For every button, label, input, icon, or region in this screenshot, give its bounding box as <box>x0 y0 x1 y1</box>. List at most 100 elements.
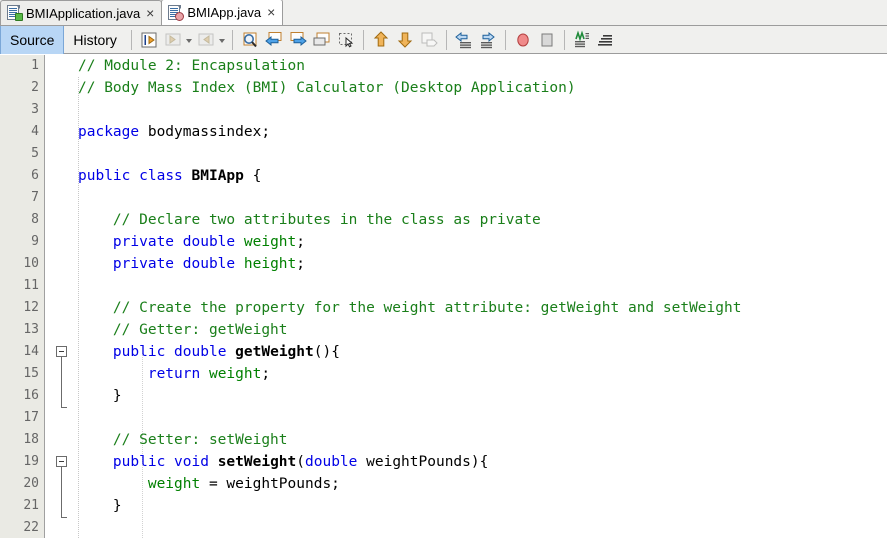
line-number: 9 <box>31 234 39 249</box>
find-next-icon[interactable] <box>287 29 309 51</box>
shift-left-icon[interactable] <box>453 29 475 51</box>
code-line[interactable]: package bodymassindex; <box>78 121 270 143</box>
fold-toggle-icon[interactable] <box>56 456 67 467</box>
code-line[interactable]: // Getter: getWeight <box>78 319 288 341</box>
fold-toggle-icon[interactable] <box>56 346 67 357</box>
code-line[interactable]: // Declare two attributes in the class a… <box>78 209 541 231</box>
code-token: public <box>78 168 131 184</box>
code-token: weight <box>147 476 201 492</box>
inspect-hierarchy-icon[interactable] <box>595 29 617 51</box>
tab-close-icon[interactable]: × <box>144 6 156 21</box>
previous-bookmark-icon[interactable] <box>370 29 392 51</box>
code-token: weight <box>243 234 297 250</box>
tab-bmiapplication-java[interactable]: BMIApplication.java × <box>0 0 163 25</box>
line-number: 4 <box>31 124 39 139</box>
code-line[interactable]: weight = weightPounds; <box>78 473 340 495</box>
code-token: } <box>78 498 122 514</box>
java-file-green-icon <box>7 5 23 21</box>
code-token: ; <box>296 256 306 272</box>
code-line[interactable]: private double height; <box>78 253 305 275</box>
code-token: weightPounds){ <box>357 454 489 470</box>
code-token: // Body Mass Index (BMI) Calculator (Des… <box>78 80 576 96</box>
tab-source[interactable]: Source <box>0 25 65 54</box>
tab-label: BMIApp.java <box>187 5 262 20</box>
toolbar-separator <box>231 29 233 50</box>
code-line[interactable]: // Body Mass Index (BMI) Calculator (Des… <box>78 77 576 99</box>
code-folding-bar[interactable] <box>46 55 78 538</box>
toggle-highlight-icon[interactable] <box>311 29 333 51</box>
code-line[interactable] <box>78 407 87 429</box>
line-number-gutter[interactable]: 1 2 3 4 5 6 7 8 9 10 11 12 13 14 15 16 17 18 19 20 21 22 <box>0 55 45 538</box>
editor-tab-bar: BMIApplication.java × BMIApp.java × <box>0 0 887 26</box>
tab-label: BMIApplication.java <box>26 5 141 21</box>
line-number: 15 <box>23 366 39 381</box>
code-line[interactable] <box>78 99 87 121</box>
shift-right-icon[interactable] <box>477 29 499 51</box>
code-line[interactable]: public class BMIApp { <box>78 165 261 187</box>
code-token: double <box>305 454 358 470</box>
stop-icon[interactable] <box>536 29 558 51</box>
code-token: } <box>78 388 122 404</box>
toggle-bookmark-icon[interactable] <box>418 29 440 51</box>
code-token: public <box>112 344 166 360</box>
code-line[interactable]: public void setWeight(double weightPound… <box>78 451 488 473</box>
code-token: class <box>139 168 183 184</box>
code-token: double <box>182 256 236 272</box>
fold-range-line <box>61 467 62 517</box>
code-line[interactable] <box>78 517 87 538</box>
code-line[interactable]: // Module 2: Encapsulation <box>78 55 305 77</box>
code-token: // Getter: getWeight <box>78 322 288 338</box>
toggle-rectangular-selection-icon[interactable] <box>335 29 357 51</box>
code-line[interactable]: // Create the property for the weight at… <box>78 297 742 319</box>
line-number: 22 <box>23 520 39 535</box>
code-line[interactable]: return weight; <box>78 363 270 385</box>
next-bookmark-icon[interactable] <box>394 29 416 51</box>
line-number: 12 <box>23 300 39 315</box>
tab-history[interactable]: History <box>64 28 126 52</box>
toolbar-separator <box>445 29 447 50</box>
toolbar-separator <box>362 29 364 50</box>
forward-icon[interactable] <box>195 29 217 51</box>
code-line[interactable]: public double getWeight(){ <box>78 341 340 363</box>
line-number: 20 <box>23 476 39 491</box>
back-dropdown-icon[interactable] <box>185 29 194 51</box>
code-token: bodymassindex; <box>139 124 271 140</box>
code-line[interactable]: // Setter: setWeight <box>78 429 288 451</box>
find-previous-icon[interactable] <box>263 29 285 51</box>
code-line[interactable]: } <box>78 385 122 407</box>
back-icon[interactable] <box>162 29 184 51</box>
code-text-area[interactable]: // Module 2: Encapsulation // Body Mass I… <box>78 55 887 538</box>
code-line[interactable] <box>78 187 87 209</box>
find-selection-icon[interactable] <box>239 29 261 51</box>
inspect-members-icon[interactable] <box>571 29 593 51</box>
code-editor[interactable]: 1 2 3 4 5 6 7 8 9 10 11 12 13 14 15 16 17 18 19 20 21 22 // M… <box>0 55 887 538</box>
toggle-breakpoint-icon[interactable] <box>512 29 534 51</box>
code-line[interactable] <box>78 143 87 165</box>
tab-close-icon[interactable]: × <box>265 5 277 20</box>
forward-dropdown-icon[interactable] <box>218 29 227 51</box>
code-token: (){ <box>313 344 340 360</box>
tab-bmiapp-java[interactable]: BMIApp.java × <box>161 0 284 25</box>
code-line[interactable]: } <box>78 495 122 517</box>
code-line[interactable]: private double weight; <box>78 231 305 253</box>
code-token: // Setter: setWeight <box>78 432 288 448</box>
fold-range-end <box>61 407 67 408</box>
line-number: 7 <box>31 190 39 205</box>
line-number: 2 <box>31 80 39 95</box>
code-line[interactable] <box>78 275 87 297</box>
line-number: 18 <box>23 432 39 447</box>
line-number: 17 <box>23 410 39 425</box>
code-token: public <box>112 454 166 470</box>
last-edit-icon[interactable] <box>138 29 160 51</box>
fold-range-line <box>61 357 62 407</box>
line-number: 19 <box>23 454 39 469</box>
code-token: ; <box>261 366 271 382</box>
code-token: weight <box>208 366 262 382</box>
